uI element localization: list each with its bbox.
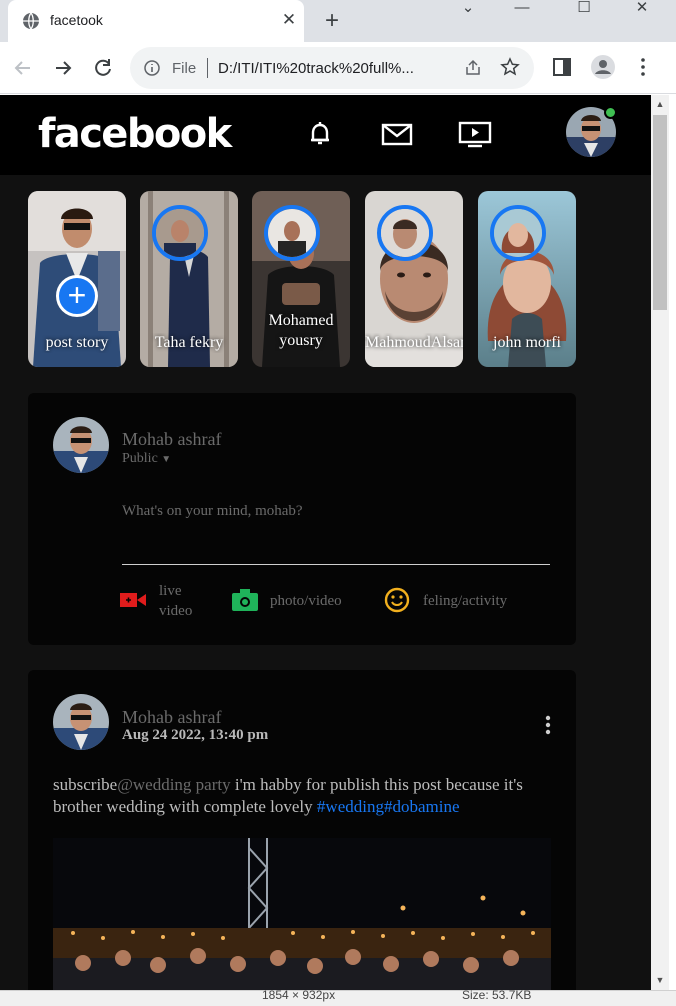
author-name[interactable]: Mohab ashraf [122, 707, 221, 728]
post-text: subscribe@wedding party i'm habby for pu… [53, 774, 553, 818]
post-composer-card: Mohab ashraf Public ▼ What's on your min… [28, 393, 576, 645]
story-name: MahmoudAlsan [365, 334, 463, 351]
share-icon[interactable] [464, 59, 482, 77]
smile-icon [384, 587, 410, 613]
info-icon[interactable] [144, 60, 160, 76]
tab-close-icon[interactable]: ✕ [278, 9, 300, 31]
browser-toolbar: File D:/ITI/ITI%20track%20full%... [0, 42, 676, 94]
omnibox-divider [207, 58, 208, 78]
mail-icon[interactable] [380, 117, 414, 151]
story-name: post story [45, 334, 109, 351]
page-viewport: facebook + post story Taha fekry Mohamed… [0, 95, 651, 995]
hashtag-link[interactable]: #wedding#dobamine [317, 797, 460, 816]
tab-title: facetook [50, 12, 103, 28]
action-label: feling/activity [423, 593, 508, 609]
more-options-icon[interactable] [544, 714, 552, 736]
site-logo[interactable]: facebook [38, 111, 232, 157]
story-card[interactable]: MahmoudAlsan [365, 191, 463, 367]
mention-link[interactable]: @wedding party [117, 775, 230, 794]
back-arrow-icon[interactable] [10, 55, 36, 81]
author-name[interactable]: Mohab ashraf [122, 429, 221, 450]
url-text[interactable]: D:/ITI/ITI%20track%20full%... [218, 60, 414, 77]
forward-arrow-icon[interactable] [50, 55, 76, 81]
add-story-plus-icon[interactable]: + [56, 275, 98, 317]
url-scheme-label: File [172, 60, 197, 77]
post-card: Mohab ashraf Aug 24 2022, 13:40 pm subsc… [28, 670, 576, 995]
action-label: live video [159, 583, 193, 619]
audience-selector[interactable]: Public ▼ [122, 451, 171, 467]
story-card[interactable]: Mohamed yousry [252, 191, 350, 367]
photo-video-button[interactable]: photo/video [232, 581, 362, 621]
window-close-icon[interactable]: ✕ [622, 0, 662, 20]
story-avatar-ring [377, 205, 433, 261]
scroll-down-arrow-icon[interactable]: ▼ [655, 975, 665, 985]
header-avatar[interactable] [566, 106, 617, 157]
audience-label: Public [122, 451, 158, 466]
video-icon[interactable] [458, 117, 492, 151]
wedding-photo [53, 838, 551, 995]
status-strip: 1854 × 932px Size: 53.7KB [0, 988, 676, 1006]
new-tab-icon[interactable]: + [318, 7, 346, 35]
menu-kebab-icon[interactable] [632, 56, 654, 78]
side-panel-icon[interactable] [551, 56, 573, 78]
story-name: Mohamed yousry [268, 312, 334, 349]
bookmark-star-icon[interactable] [500, 57, 520, 77]
avatar-photo [53, 417, 109, 473]
live-video-icon [120, 593, 146, 607]
post-text-prefix: subscribe [53, 775, 118, 794]
story-name: Taha fekry [154, 334, 224, 351]
post-date[interactable]: Aug 24 2022, 13:40 pm [122, 727, 268, 744]
vertical-scrollbar[interactable]: ▲ ▼ [651, 95, 669, 990]
story-avatar-ring [264, 205, 320, 261]
image-dimensions: 1854 × 932px [262, 988, 336, 1002]
story-avatar-ring [152, 205, 208, 261]
avatar[interactable] [53, 417, 109, 473]
status-input[interactable]: What's on your mind, mohab? [122, 503, 550, 565]
site-header: facebook [0, 95, 651, 175]
browser-tab[interactable]: facetook ✕ [8, 0, 304, 42]
globe-icon [23, 12, 39, 30]
bell-icon[interactable] [303, 117, 337, 151]
profile-icon[interactable] [590, 54, 616, 80]
tab-search-icon[interactable]: ⌄ [448, 0, 488, 20]
story-card[interactable]: john morfi [478, 191, 576, 367]
action-label: photo/video [270, 593, 342, 609]
caret-down-icon: ▼ [161, 454, 172, 465]
browser-tab-strip: facetook ✕ + ⌄ — ☐ ✕ [0, 0, 676, 42]
file-size: Size: 53.7KB [462, 988, 532, 1002]
scrollbar-thumb[interactable] [653, 115, 667, 310]
minimize-icon[interactable]: — [502, 0, 542, 20]
avatar[interactable] [53, 694, 109, 750]
story-name: john morfi [493, 334, 561, 351]
address-bar[interactable]: File D:/ITI/ITI%20track%20full%... [130, 47, 534, 89]
reload-icon[interactable] [90, 55, 116, 81]
story-avatar-ring [490, 205, 546, 261]
scroll-up-arrow-icon[interactable]: ▲ [655, 99, 665, 109]
story-card-post[interactable]: + post story [28, 191, 126, 367]
avatar-photo [53, 694, 109, 750]
live-video-button[interactable]: live video [120, 581, 200, 621]
camera-icon [232, 589, 258, 611]
maximize-icon[interactable]: ☐ [564, 0, 604, 20]
online-status-dot [604, 106, 617, 119]
feeling-activity-button[interactable]: feling/activity [384, 581, 554, 621]
story-card[interactable]: Taha fekry [140, 191, 238, 367]
post-photo[interactable] [53, 838, 551, 995]
